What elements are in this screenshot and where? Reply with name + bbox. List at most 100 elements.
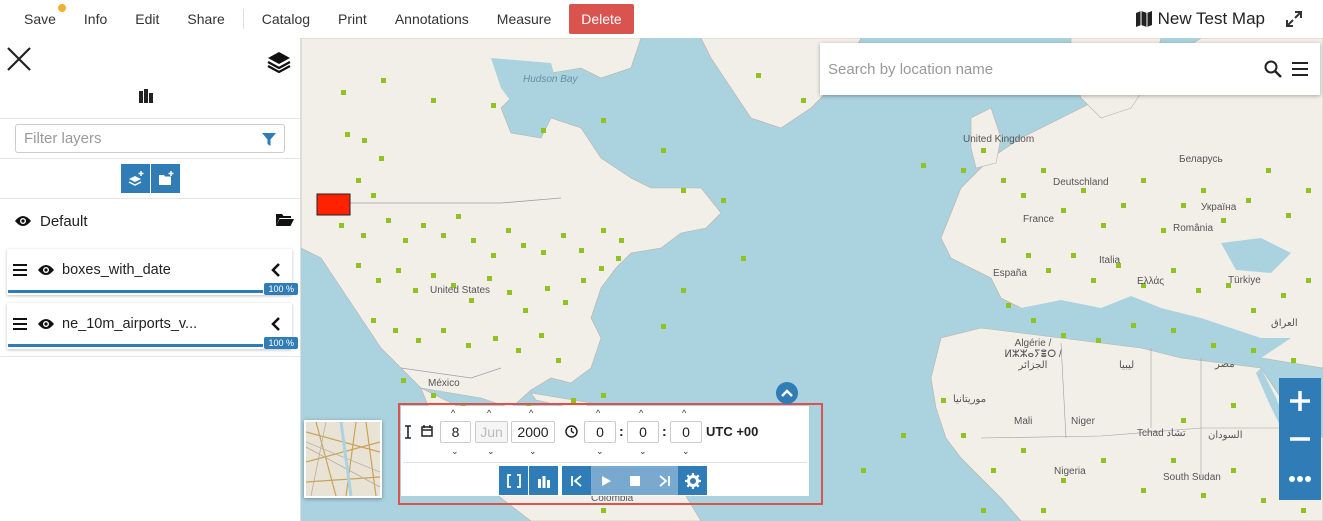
minute-down-arrow[interactable]: ⌄ — [639, 446, 647, 457]
map-label: Mali — [1014, 416, 1033, 427]
search-input[interactable] — [828, 57, 1248, 81]
filter-layers-input[interactable] — [16, 125, 256, 152]
clock-icon — [565, 425, 578, 438]
timeline-panel: ^ 8 ⌄ ^ Jun ⌄ ^ 2000 ⌄ ^ 0 ⌄ : ^ 0 ⌄ : ^… — [401, 406, 809, 496]
zoom-in-button[interactable] — [1279, 382, 1321, 420]
layer-tools — [121, 164, 180, 193]
time-separator: : — [662, 423, 667, 439]
map-label: Беларусь — [1179, 154, 1223, 165]
day-down-arrow[interactable]: ⌄ — [451, 446, 459, 457]
menu-share[interactable]: Share — [173, 0, 238, 38]
add-layer-button[interactable] — [121, 164, 150, 193]
filter-layers-field[interactable] — [15, 124, 285, 153]
minute-up-arrow[interactable]: ^ — [639, 408, 643, 418]
opacity-value: 100 % — [264, 337, 298, 349]
map-label: Italia — [1099, 255, 1121, 266]
hour-down-arrow[interactable]: ⌄ — [596, 446, 604, 457]
add-group-button[interactable] — [151, 164, 180, 193]
menu-icon[interactable] — [1292, 62, 1308, 76]
map-label: Україна — [1201, 202, 1237, 213]
skip-back-icon — [570, 474, 582, 487]
timeline-settings-button[interactable] — [678, 466, 707, 495]
layer-group-default[interactable]: Default — [14, 210, 294, 232]
eye-icon[interactable] — [14, 214, 32, 228]
minimap-view — [306, 422, 380, 496]
drag-handle-icon[interactable] — [13, 318, 27, 330]
more-icon — [1289, 476, 1311, 482]
map-legend-icon[interactable] — [138, 88, 154, 104]
second-field[interactable]: 0 — [670, 421, 702, 443]
close-icon[interactable] — [6, 46, 32, 72]
menu-measure[interactable]: Measure — [483, 0, 565, 38]
month-down-arrow[interactable]: ⌄ — [487, 446, 495, 457]
map-label: ليبيا — [1119, 360, 1135, 371]
step-forward-button[interactable] — [649, 466, 678, 495]
map-label: Niger — [1071, 416, 1095, 427]
chevron-left-icon[interactable] — [270, 317, 282, 331]
overview-minimap[interactable] — [304, 420, 382, 498]
hour-field[interactable]: 0 — [584, 421, 616, 443]
search-icon[interactable] — [1264, 60, 1282, 78]
step-back-button[interactable] — [562, 466, 591, 495]
year-field[interactable]: 2000 — [511, 421, 555, 443]
map-label: السودان — [1208, 430, 1243, 441]
menu-save[interactable]: Save — [10, 0, 70, 38]
menu-annotations[interactable]: Annotations — [381, 0, 483, 38]
eye-icon[interactable] — [37, 317, 55, 331]
layer-row: ne_10m_airports_v... — [7, 303, 292, 345]
delete-button[interactable]: Delete — [569, 4, 634, 34]
menu-info[interactable]: Info — [70, 0, 121, 38]
add-folder-icon — [158, 170, 173, 185]
map-title-text: New Test Map — [1157, 9, 1265, 28]
opacity-slider[interactable] — [8, 344, 263, 347]
layer-item[interactable]: boxes_with_date 100 % — [7, 249, 298, 295]
unsaved-indicator — [57, 4, 66, 12]
folder-open-icon[interactable] — [276, 212, 294, 228]
opacity-slider[interactable] — [8, 290, 263, 293]
group-name: Default — [40, 212, 88, 230]
menu-bar: Save Info Edit Share Catalog Print Annot… — [0, 0, 634, 38]
stop-icon — [629, 475, 640, 486]
stop-button[interactable] — [620, 466, 649, 495]
layers-icon[interactable] — [266, 50, 292, 74]
minute-field[interactable]: 0 — [627, 421, 659, 443]
divider — [0, 198, 300, 199]
chevron-left-icon[interactable] — [270, 263, 282, 277]
second-down-arrow[interactable]: ⌄ — [682, 446, 690, 457]
day-up-arrow[interactable]: ^ — [451, 408, 455, 418]
hour-up-arrow[interactable]: ^ — [596, 408, 600, 418]
cursor-text-icon — [405, 425, 411, 439]
brackets-icon — [506, 473, 521, 488]
top-menubar: Save Info Edit Share Catalog Print Annot… — [0, 0, 1323, 38]
play-button[interactable] — [591, 466, 620, 495]
day-field[interactable]: 8 — [440, 421, 471, 443]
second-up-arrow[interactable]: ^ — [682, 408, 686, 418]
map-title: New Test Map — [1135, 0, 1265, 38]
opacity-value: 100 % — [264, 283, 298, 295]
menu-catalog[interactable]: Catalog — [248, 0, 324, 38]
map-label: Nigeria — [1054, 466, 1086, 477]
add-layer-icon — [128, 170, 143, 186]
menu-print[interactable]: Print — [324, 0, 381, 38]
month-field[interactable]: Jun — [475, 421, 508, 443]
year-down-arrow[interactable]: ⌄ — [529, 446, 537, 457]
range-button[interactable] — [499, 466, 528, 495]
eye-icon[interactable] — [37, 263, 55, 277]
time-separator: : — [619, 423, 624, 439]
map-label: Deutschland — [1053, 177, 1109, 188]
gear-icon — [684, 472, 701, 489]
month-up-arrow[interactable]: ^ — [487, 408, 491, 418]
fullscreen-icon[interactable] — [1285, 10, 1303, 28]
collapse-timeline-button[interactable] — [776, 382, 798, 404]
year-up-arrow[interactable]: ^ — [529, 408, 533, 418]
layer-item[interactable]: ne_10m_airports_v... 100 % — [7, 303, 298, 349]
filter-icon[interactable] — [262, 133, 276, 147]
map-label: România — [1173, 223, 1214, 234]
divider — [0, 356, 300, 357]
more-options-button[interactable] — [1279, 460, 1321, 498]
zoom-out-button[interactable] — [1279, 420, 1321, 458]
layer-sync-button[interactable] — [529, 466, 558, 495]
menu-edit[interactable]: Edit — [121, 0, 173, 38]
map-label: South Sudan — [1163, 472, 1221, 483]
drag-handle-icon[interactable] — [13, 264, 27, 276]
